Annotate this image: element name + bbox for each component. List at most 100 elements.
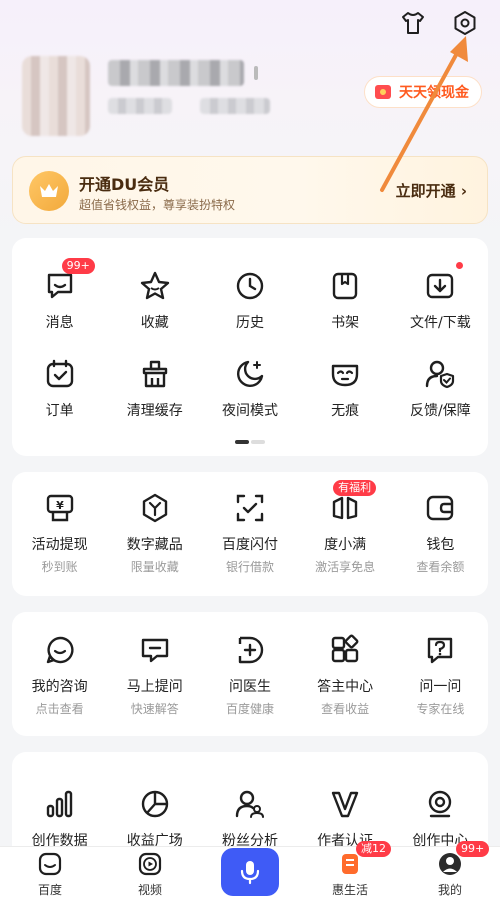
tool-label: 文件/下载 [409, 315, 471, 331]
tool-bookshelf[interactable]: 书架 [298, 268, 393, 332]
fans-icon [232, 786, 268, 822]
page-dot [251, 440, 265, 444]
profile-stat-blurred [200, 98, 270, 114]
service-wallet[interactable]: 钱包 查看余额 [393, 490, 488, 575]
creator-fans[interactable]: 粉丝分析 [202, 786, 297, 850]
qa-ask-expert[interactable]: 问一问 专家在线 [393, 632, 488, 717]
download-icon [422, 268, 458, 304]
service-duxiaoman[interactable]: 有福利 度小满 激活享免息 [298, 480, 393, 575]
username-blurred[interactable] [108, 60, 244, 86]
tool-clear-cache[interactable]: 清理缓存 [107, 356, 202, 420]
tab-label: 惠生活 [331, 883, 368, 897]
tab-baidu[interactable]: 百度 [0, 847, 100, 904]
microphone-icon [221, 848, 279, 896]
qa-sublabel: 点击查看 [35, 702, 84, 716]
tab-life[interactable]: 减12 惠生活 [300, 841, 400, 904]
tool-feedback[interactable]: 反馈/保障 [393, 356, 488, 420]
service-label: 百度闪付 [221, 537, 278, 553]
tool-incognito[interactable]: 无痕 [298, 356, 393, 420]
qa-ask-now[interactable]: 马上提问 快速解答 [107, 632, 202, 717]
cash-reward-button[interactable]: 天天领现金 [364, 76, 482, 108]
tool-night-mode[interactable]: 夜间模式 [202, 356, 297, 420]
tab-mine[interactable]: 99+ 我的 [400, 841, 500, 904]
page-indicator [235, 440, 265, 444]
vip-subtitle: 超值省钱权益，尊享装扮特权 [79, 198, 236, 212]
qa-label: 问医生 [228, 679, 271, 695]
creator-row: 创作数据 收益广场 粉丝分析 作者认证 创作中心 [12, 786, 488, 850]
qa-sublabel: 专家在线 [416, 702, 465, 716]
qa-label: 我的咨询 [31, 679, 88, 695]
tool-files-downloads[interactable]: 文件/下载 [393, 262, 488, 332]
qa-sublabel: 查看收益 [321, 702, 370, 716]
tab-label: 百度 [37, 883, 62, 897]
bookmark-icon [327, 268, 363, 304]
moon-icon [232, 356, 268, 392]
qa-sublabel: 快速解答 [130, 702, 179, 716]
star-icon [137, 268, 173, 304]
mask-icon [327, 356, 363, 392]
creator-earnings[interactable]: 收益广场 [107, 786, 202, 850]
service-label: 度小满 [324, 537, 367, 553]
cash-reward-label: 天天领现金 [399, 85, 469, 101]
qa-sublabel: 百度健康 [225, 702, 274, 716]
qa-ask-doctor[interactable]: 问医生 百度健康 [202, 632, 297, 717]
mine-badge: 99+ [456, 841, 490, 857]
tool-label: 历史 [235, 315, 264, 331]
tool-orders[interactable]: 订单 [12, 356, 107, 420]
profile-section: 天天领现金 [22, 48, 482, 148]
qa-my-consultations[interactable]: 我的咨询 点击查看 [12, 632, 107, 717]
service-label: 数字藏品 [126, 537, 183, 553]
wallet-icon [422, 490, 458, 526]
welfare-badge: 有福利 [333, 480, 377, 496]
service-sublabel: 银行借款 [225, 560, 274, 574]
service-label: 活动提现 [31, 537, 88, 553]
life-badge: 减12 [356, 841, 391, 857]
tab-label: 我的 [437, 883, 462, 897]
red-envelope-icon [375, 85, 391, 99]
tool-label: 夜间模式 [221, 403, 278, 419]
crown-icon [29, 171, 69, 211]
chat-minus-icon [137, 632, 173, 668]
header-actions [398, 8, 480, 38]
tool-history[interactable]: 历史 [202, 268, 297, 332]
v-badge-icon [327, 786, 363, 822]
question-icon [422, 632, 458, 668]
creator-data[interactable]: 创作数据 [12, 786, 107, 850]
service-sublabel: 秒到账 [41, 560, 78, 574]
tool-favorites[interactable]: 收藏 [107, 268, 202, 332]
quick-tools-card: 99+ 消息 收藏 历史 书架 文件/下载 订单 清理缓存 夜间模式 无痕 反馈… [12, 238, 488, 456]
settings-icon[interactable] [450, 8, 480, 38]
services-card: ¥ 活动提现 秒到账 数字藏品 限量收藏 百度闪付 银行借款 有福利 度小满 激 [12, 472, 488, 596]
baidu-home-icon [36, 850, 64, 878]
quick-tools-row: 订单 清理缓存 夜间模式 无痕 反馈/保障 [12, 356, 488, 420]
scan-check-icon [232, 490, 268, 526]
broom-icon [137, 356, 173, 392]
vip-open-button[interactable]: 立即开通 › [396, 180, 467, 201]
creator-icon [422, 786, 458, 822]
avatar[interactable] [22, 56, 90, 136]
qa-card: 我的咨询 点击查看 马上提问 快速解答 问医生 百度健康 答主中心 查看收益 问… [12, 612, 488, 736]
tool-label: 书架 [331, 315, 360, 331]
tab-video[interactable]: 视频 [100, 847, 200, 904]
service-withdraw[interactable]: ¥ 活动提现 秒到账 [12, 490, 107, 575]
doctor-icon [232, 632, 268, 668]
tab-label: 视频 [137, 883, 162, 897]
chat-smile-icon [42, 632, 78, 668]
yuan-wallet-icon: ¥ [42, 490, 78, 526]
tshirt-icon[interactable] [398, 8, 428, 38]
message-badge: 99+ [61, 258, 95, 274]
clock-icon [232, 268, 268, 304]
service-baidu-pay[interactable]: 百度闪付 银行借款 [202, 490, 297, 575]
pie-chart-icon [137, 786, 173, 822]
tool-messages[interactable]: 99+ 消息 [12, 258, 107, 332]
notification-dot [456, 262, 464, 269]
qa-row: 我的咨询 点击查看 马上提问 快速解答 问医生 百度健康 答主中心 查看收益 问… [12, 632, 488, 717]
service-sublabel: 查看余额 [416, 560, 465, 574]
vip-banner[interactable]: 开通DU会员 超值省钱权益，尊享装扮特权 立即开通 › [12, 156, 488, 224]
tab-voice-search[interactable] [200, 847, 300, 904]
service-digital-collectibles[interactable]: 数字藏品 限量收藏 [107, 490, 202, 575]
apps-icon [327, 632, 363, 668]
tool-label: 清理缓存 [126, 403, 183, 419]
profile-stat-blurred [108, 98, 172, 114]
qa-answerer-center[interactable]: 答主中心 查看收益 [298, 632, 393, 717]
